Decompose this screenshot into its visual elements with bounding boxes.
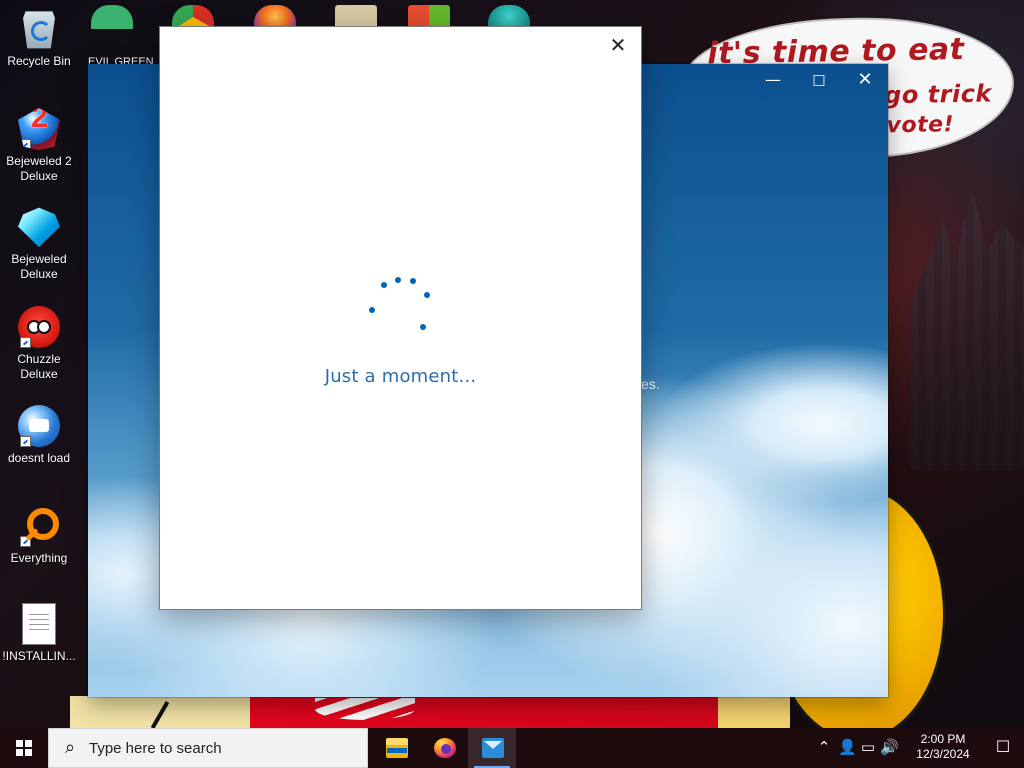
system-tray: ⌃ 👤 ▭ 🔊 2:00 PM 12/3/2024 ☐ bbox=[814, 728, 1024, 768]
wallpaper-stripes bbox=[70, 696, 790, 728]
search-placeholder: Type here to search bbox=[89, 740, 222, 757]
wallpaper-castle bbox=[910, 188, 1024, 470]
taskbar-mail[interactable] bbox=[468, 728, 516, 768]
search-icon: ⌕ bbox=[64, 737, 76, 758]
spinner-dot bbox=[424, 292, 430, 298]
volume-icon[interactable]: 🔊 bbox=[880, 738, 899, 756]
clock-date: 12/3/2024 bbox=[916, 747, 970, 761]
spinner-dot bbox=[395, 277, 401, 283]
evil-green-icon[interactable] bbox=[91, 5, 133, 29]
bejeweled-icon bbox=[18, 207, 60, 248]
thunderbird-icon bbox=[18, 405, 60, 447]
file-explorer-icon bbox=[386, 738, 408, 758]
dialog-close-button[interactable]: ✕ bbox=[604, 31, 632, 59]
desktop-icon-label: doesnt load bbox=[7, 451, 71, 465]
notification-icon[interactable]: ☐ bbox=[994, 738, 1012, 756]
shortcut-arrow-icon bbox=[20, 536, 31, 547]
desktop-icon-chuzzle[interactable]: Chuzzle Deluxe bbox=[1, 306, 77, 382]
desktop-screen: it's time to eat shit go trick vote! EVI… bbox=[0, 0, 1024, 768]
mail-icon bbox=[482, 738, 504, 758]
desktop-icon-label: !INSTALLIN... bbox=[2, 649, 76, 663]
desktop-icon-bejeweled[interactable]: Bejeweled Deluxe bbox=[1, 206, 77, 282]
taskbar-file-explorer[interactable] bbox=[372, 728, 420, 768]
firefox-icon bbox=[434, 738, 456, 758]
user-status-icon[interactable]: 👤 bbox=[838, 738, 857, 756]
desktop-icon-everything[interactable]: Everything bbox=[1, 505, 77, 566]
desktop-icon-bejeweled-2[interactable]: Bejeweled 2 Deluxe bbox=[1, 108, 77, 184]
desktop-icon-installing[interactable]: !INSTALLIN... bbox=[1, 603, 77, 664]
maximize-button[interactable]: □ bbox=[796, 64, 842, 96]
shortcut-arrow-icon bbox=[20, 237, 31, 248]
spinner-dot bbox=[420, 324, 426, 330]
clock[interactable]: 2:00 PM 12/3/2024 bbox=[908, 732, 978, 762]
recycle-bin-icon bbox=[23, 11, 55, 49]
desktop-icon-label: Everything bbox=[10, 551, 68, 565]
taskbar-search-box[interactable]: ⌕ Type here to search bbox=[48, 728, 368, 768]
spinner-dot bbox=[381, 282, 387, 288]
mail-background-text: es. bbox=[641, 376, 660, 392]
chevron-up-icon[interactable]: ⌃ bbox=[816, 738, 832, 756]
spinner-dot bbox=[369, 307, 375, 313]
desktop-icon-label: Recycle Bin bbox=[7, 54, 71, 68]
shortcut-arrow-icon bbox=[20, 337, 31, 348]
wallpaper-text-line-2: go trick bbox=[883, 79, 993, 110]
bejeweled-2-icon bbox=[18, 108, 60, 150]
minimize-button[interactable]: — bbox=[750, 64, 796, 96]
desktop-icon-recycle-bin[interactable]: Recycle Bin bbox=[1, 8, 77, 69]
loading-status-text: Just a moment... bbox=[324, 366, 477, 387]
desktop-icon-label: Chuzzle Deluxe bbox=[17, 352, 61, 381]
desktop-icon-label: Bejeweled 2 Deluxe bbox=[6, 154, 72, 183]
start-button[interactable] bbox=[0, 728, 48, 768]
taskbar: ⌕ Type here to search ⌃ 👤 ▭ 🔊 2:00 PM 12… bbox=[0, 728, 1024, 768]
everything-search-icon bbox=[18, 505, 60, 547]
loading-spinner bbox=[365, 272, 430, 336]
chuzzle-icon bbox=[18, 306, 60, 348]
sign-in-dialog: ✕ Just a moment... bbox=[159, 26, 642, 610]
shortcut-arrow-icon bbox=[20, 139, 31, 150]
desktop-icon-doesnt-load[interactable]: doesnt load bbox=[1, 405, 77, 466]
network-icon[interactable]: ▭ bbox=[860, 738, 876, 756]
close-button[interactable]: ✕ bbox=[842, 64, 888, 96]
wallpaper-text-line-3: vote! bbox=[886, 112, 955, 139]
text-file-icon bbox=[22, 603, 56, 645]
spinner-dot bbox=[410, 278, 416, 284]
clock-time: 2:00 PM bbox=[920, 732, 966, 746]
taskbar-firefox[interactable] bbox=[420, 728, 468, 768]
shortcut-arrow-icon bbox=[20, 436, 31, 447]
desktop-icon-label: Bejeweled Deluxe bbox=[11, 252, 67, 281]
top-desktop-icons bbox=[88, 0, 540, 29]
